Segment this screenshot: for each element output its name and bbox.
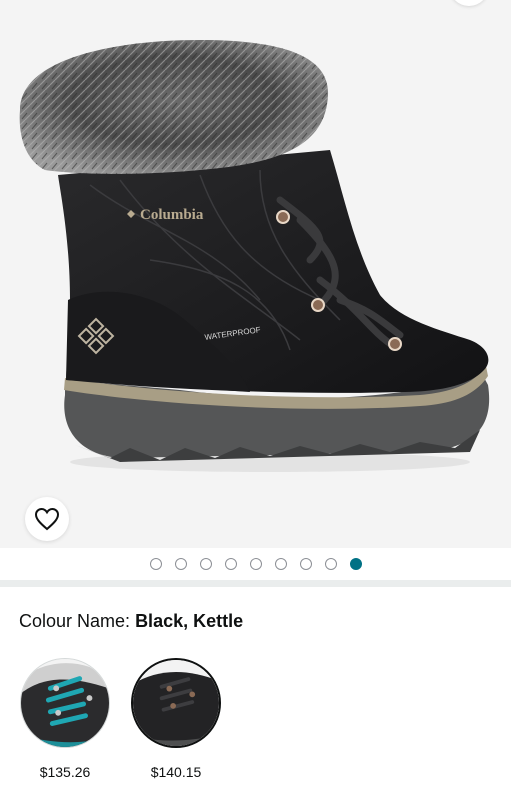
colour-swatch[interactable] <box>20 658 110 748</box>
colour-swatch-selected[interactable] <box>131 658 221 748</box>
pagination-dot[interactable] <box>249 558 262 570</box>
pagination-dot-active[interactable] <box>349 558 362 570</box>
swatch-price: $140.15 <box>150 764 202 780</box>
pagination-dot[interactable] <box>274 558 287 570</box>
pagination-dot[interactable] <box>199 558 212 570</box>
product-image[interactable]: Columbia WATERPROOF <box>0 0 511 548</box>
section-divider <box>0 580 511 587</box>
image-pagination <box>0 548 511 580</box>
pagination-dot[interactable] <box>299 558 312 570</box>
swatch-image-teal-boot <box>21 659 109 747</box>
pagination-dot[interactable] <box>174 558 187 570</box>
pagination-dot[interactable] <box>224 558 237 570</box>
pagination-dot[interactable] <box>149 558 162 570</box>
colour-name-label: Colour Name: Black, Kettle <box>19 611 243 632</box>
colour-label-text: Colour Name: <box>19 611 131 631</box>
brand-logo-text: Columbia <box>140 207 204 223</box>
colour-value: Black, Kettle <box>135 611 244 631</box>
swatch-price: $135.26 <box>39 764 91 780</box>
pagination-dot[interactable] <box>324 558 337 570</box>
swatch-image-black-boot <box>133 660 219 746</box>
wishlist-button[interactable] <box>25 497 69 541</box>
heart-outline-icon <box>34 507 60 531</box>
product-image-gallery[interactable]: Columbia WATERPROOF <box>0 0 511 548</box>
